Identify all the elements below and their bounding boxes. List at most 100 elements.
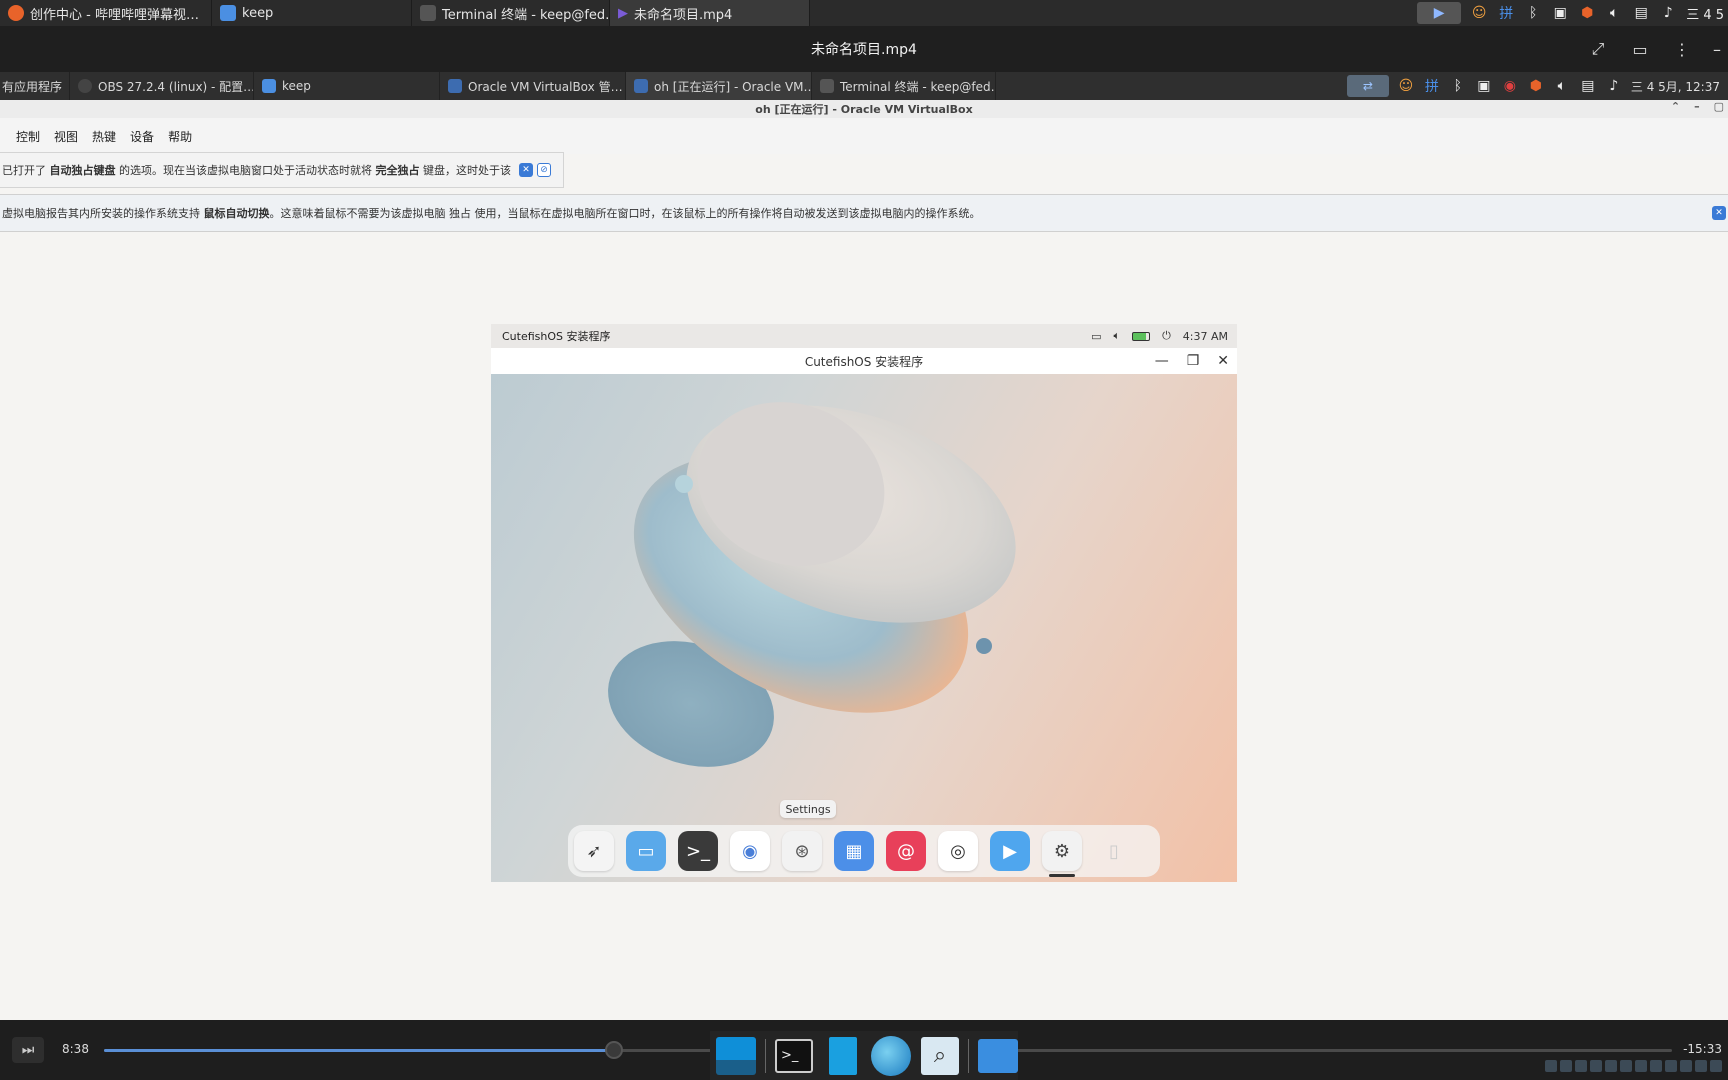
maximize-icon[interactable]: ❐ (1187, 353, 1200, 369)
folder-icon[interactable] (977, 1035, 1018, 1077)
outer-tab-video[interactable]: ▶ 未命名项目.mp4 (610, 0, 810, 26)
files-icon[interactable]: ▭ (626, 831, 666, 871)
inner-tab-obs[interactable]: OBS 27.2.4 (linux) - 配置… (70, 72, 254, 100)
package-icon[interactable]: ⬢ (1578, 4, 1596, 22)
outer-tab-keep[interactable]: keep (212, 0, 412, 26)
host-dock: >_ ⌕ (710, 1031, 1018, 1080)
maximize-icon[interactable]: ⌃ (1671, 100, 1680, 118)
minimize-icon[interactable]: – (1694, 100, 1700, 118)
ime-icon[interactable]: ☺ (1397, 77, 1415, 95)
apps-menu-label: 有应用程序 (2, 79, 63, 94)
outer-tab-bilibili[interactable]: 创作中心 - 哔哩哔哩弹幕视… (0, 0, 212, 26)
installer-icon[interactable]: ⊛ (782, 831, 822, 871)
browser-icon[interactable] (871, 1035, 912, 1077)
tray-mini-icon[interactable] (1635, 1060, 1647, 1072)
minimize-icon[interactable]: — (1155, 353, 1169, 369)
notification-icon[interactable]: ♪ (1605, 77, 1623, 95)
video-player-icon[interactable]: ▶ (990, 831, 1030, 871)
fullscreen-icon[interactable]: ⤢ (1582, 33, 1614, 65)
package-icon[interactable]: ⬢ (1527, 77, 1545, 95)
launcher-icon[interactable]: ➶ (574, 831, 614, 871)
inner-taskbar: 有应用程序 OBS 27.2.4 (linux) - 配置… keep Orac… (0, 72, 1728, 100)
network-icon[interactable]: ▣ (1551, 4, 1569, 22)
folder-icon (220, 5, 236, 21)
seek-bar-handle[interactable] (604, 1041, 623, 1059)
vbox-title-bar: oh [正在运行] - Oracle VM VirtualBox ⌃ – ▢ (0, 100, 1728, 118)
terminal-icon[interactable]: >_ (678, 831, 718, 871)
obs-icon[interactable]: ◉ (1501, 77, 1519, 95)
menu-item-view[interactable]: 视图 (54, 128, 78, 145)
keyboard-capture-notice: 已打开了 自动独占键盘 的选项。现在当该虚拟电脑窗口处于活动状态时就将 完全独占… (0, 152, 564, 188)
show-desktop-icon[interactable] (716, 1035, 757, 1077)
clipboard-icon[interactable]: ▤ (1632, 4, 1650, 22)
inner-clock[interactable]: 三 4 5月, 12:37 (1631, 78, 1720, 95)
tray-mini-icon[interactable] (1710, 1060, 1722, 1072)
menu-item-hotkeys[interactable]: 热键 (92, 128, 116, 145)
file-manager-icon[interactable] (822, 1035, 863, 1077)
mouse-integration-notice: 虚拟电脑报告其内所安装的操作系统支持 鼠标自动切换。这意味着鼠标不需要为该虚拟电… (0, 194, 1728, 232)
tray-mini-icon[interactable] (1590, 1060, 1602, 1072)
tray-mini-icon[interactable] (1695, 1060, 1707, 1072)
tray-mini-icon[interactable] (1650, 1060, 1662, 1072)
clipboard-icon[interactable]: ▤ (1579, 77, 1597, 95)
bluetooth-icon[interactable]: ᛒ (1524, 4, 1542, 22)
tray-mini-icon[interactable] (1605, 1060, 1617, 1072)
inner-tab-vbox-manager[interactable]: Oracle VM VirtualBox 管… (440, 72, 626, 100)
keyboard-icon[interactable]: ▭ (1091, 330, 1101, 343)
inner-tab-terminal[interactable]: Terminal 终端 - keep@fed… (812, 72, 996, 100)
search-icon[interactable]: ⌕ (920, 1035, 961, 1077)
calculator-icon[interactable]: ▦ (834, 831, 874, 871)
tray-mini-icon[interactable] (1575, 1060, 1587, 1072)
inner-tab-vbox-running[interactable]: oh [正在运行] - Oracle VM… (626, 72, 812, 100)
outer-tab-terminal[interactable]: Terminal 终端 - keep@fed… (412, 0, 610, 26)
tray-mini-icon[interactable] (1560, 1060, 1572, 1072)
outer-clock[interactable]: 三 4 5 (1686, 4, 1724, 23)
input-method-icon[interactable]: 拼 (1497, 4, 1515, 22)
close-icon[interactable]: ✕ (1217, 353, 1229, 369)
inner-system-tray: ⇄ ☺ 拼 ᛒ ▣ ◉ ⬢ 🔈︎ ▤ ♪ 三 4 5月, 12:37 (1346, 72, 1728, 100)
network-icon[interactable]: ▣ (1475, 77, 1493, 95)
vm-clock[interactable]: 4:37 AM (1183, 330, 1228, 343)
ime-icon[interactable]: ☺ (1470, 4, 1488, 22)
obs-icon (78, 79, 92, 93)
vm-topbar-title: CutefishOS 安装程序 (502, 330, 611, 343)
vm-screen[interactable]: CutefishOS 安装程序 ▭ 🔈︎ ⏻ 4:37 AM CutefishO… (491, 324, 1237, 882)
volume-icon[interactable]: 🔈︎ (1553, 77, 1571, 95)
trash-icon[interactable]: ▯ (1094, 831, 1134, 871)
skip-next-icon[interactable]: ⏭ (12, 1037, 44, 1063)
menu-item-control[interactable]: 控制 (16, 128, 40, 145)
volume-icon[interactable]: 🔈︎ (1605, 4, 1623, 22)
tray-mini-icon[interactable] (1545, 1060, 1557, 1072)
firefox-icon (8, 5, 24, 21)
notification-icon[interactable]: ♪ (1659, 4, 1677, 22)
more-menu-icon[interactable]: ⋮ (1666, 33, 1698, 65)
input-method-icon[interactable]: 拼 (1423, 77, 1441, 95)
terminal-icon[interactable]: >_ (774, 1035, 815, 1077)
tray-mini-icon[interactable] (1665, 1060, 1677, 1072)
battery-icon[interactable] (1132, 331, 1151, 341)
inner-apps-menu[interactable]: 有应用程序 (0, 72, 70, 100)
menu-item-help[interactable]: 帮助 (168, 128, 192, 145)
installer-window-titlebar: CutefishOS 安装程序 — ❐ ✕ (491, 348, 1237, 374)
dont-show-again-icon[interactable]: ⊘ (537, 163, 551, 177)
subtitles-icon[interactable]: ▭ (1624, 33, 1656, 65)
chromium-icon[interactable]: ◉ (730, 831, 770, 871)
inner-tab-keep[interactable]: keep (254, 72, 440, 100)
tray-mini-icon[interactable] (1680, 1060, 1692, 1072)
running-indicator (1049, 874, 1075, 877)
settings-icon[interactable]: ⚙ (1042, 831, 1082, 877)
power-icon[interactable]: ⏻ (1162, 329, 1171, 343)
close-notice-icon[interactable]: ✕ (519, 163, 533, 177)
minimize-icon[interactable]: – (1708, 33, 1726, 65)
bluetooth-icon[interactable]: ᛒ (1449, 77, 1467, 95)
media-player-icon[interactable]: ⇄ (1346, 75, 1389, 97)
tray-mini-icon[interactable] (1620, 1060, 1632, 1072)
menu-item-devices[interactable]: 设备 (130, 128, 154, 145)
close-notice-icon[interactable]: ✕ (1712, 206, 1726, 220)
media-player-icon[interactable]: ▶ (1417, 2, 1462, 24)
screenshot-icon[interactable]: ◎ (938, 831, 978, 871)
inner-tab-label: oh [正在运行] - Oracle VM… (654, 79, 812, 94)
close-icon[interactable]: ▢ (1714, 100, 1724, 118)
volume-icon[interactable]: 🔈︎ (1113, 329, 1120, 343)
debian-icon[interactable]: @ (886, 831, 926, 871)
